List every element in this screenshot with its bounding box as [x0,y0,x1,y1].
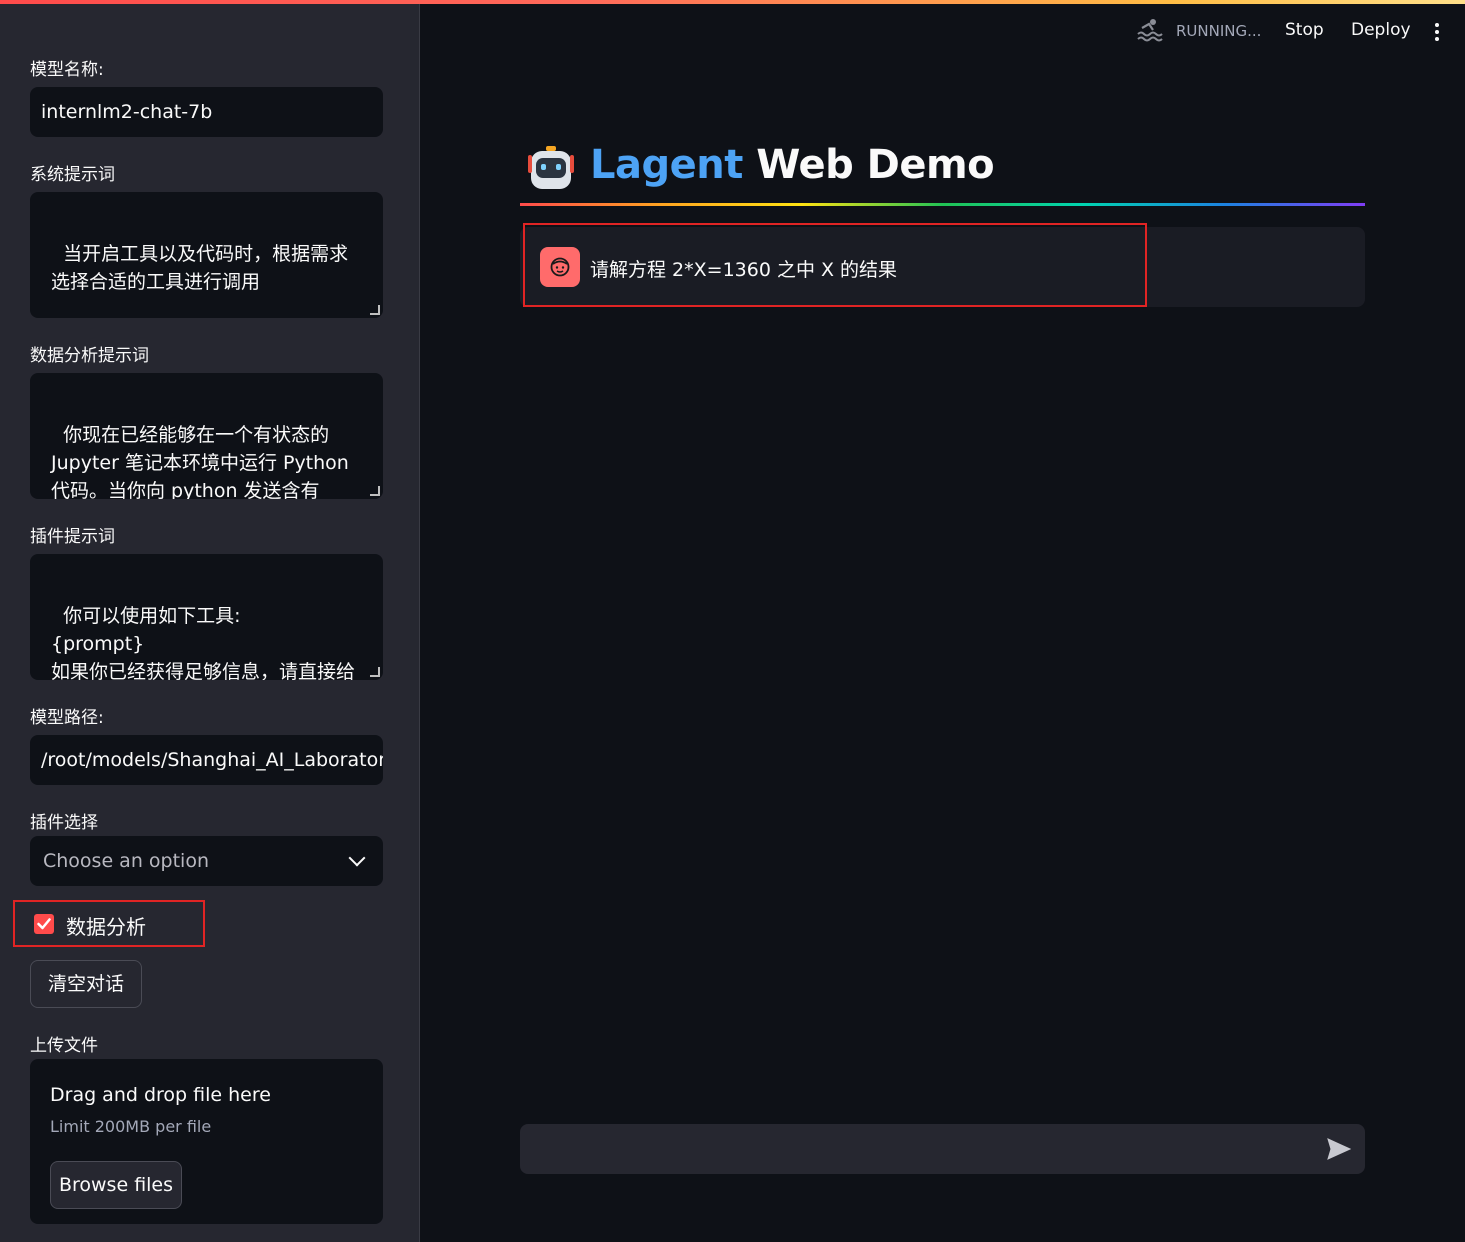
model-path-input[interactable]: /root/models/Shanghai_AI_Laboratory/ [30,735,383,785]
plugin-select-placeholder: Choose an option [43,850,209,872]
model-name-label: 模型名称: [30,60,104,80]
model-path-label: 模型路径: [30,708,104,728]
resize-handle-icon[interactable] [370,667,380,677]
clear-chat-button[interactable]: 清空对话 [30,960,142,1008]
system-prompt-label: 系统提示词 [30,165,115,185]
upload-label: 上传文件 [30,1036,98,1056]
chat-input[interactable] [520,1124,1365,1174]
system-prompt-textarea[interactable]: 当开启工具以及代码时，根据需求选择合适的工具进行调用 [30,192,383,318]
chevron-down-icon [348,849,366,867]
file-uploader-dropzone[interactable]: Drag and drop file here Limit 200MB per … [30,1059,383,1224]
resize-handle-icon[interactable] [370,486,380,496]
title-rest: Web Demo [742,142,995,188]
plugin-select-dropdown[interactable]: Choose an option [30,836,383,886]
deploy-button[interactable]: Deploy [1351,20,1411,40]
more-options-icon[interactable] [1432,22,1442,42]
running-swimmer-icon [1137,19,1163,42]
plugin-prompt-textarea[interactable]: 你可以使用如下工具: {prompt} 如果你已经获得足够信息，请直接给出答案.… [30,554,383,680]
data-analysis-prompt-text: 你现在已经能够在一个有状态的 Jupyter 笔记本环境中运行 Python 代… [51,424,349,499]
message-highlight-box [523,223,1147,307]
plugin-prompt-text: 你可以使用如下工具: {prompt} 如果你已经获得足够信息，请直接给出答案.… [51,605,356,680]
data-analysis-checkbox[interactable] [34,914,54,934]
data-analysis-checkbox-label: 数据分析 [66,915,146,939]
title-accent: Lagent [590,142,743,188]
resize-handle-icon[interactable] [370,305,380,315]
page-title: Lagent Web Demo [590,142,995,188]
robot-icon [528,146,574,189]
data-analysis-checkbox-row[interactable]: 数据分析 [13,900,205,947]
title-divider [520,203,1365,206]
plugin-select-label: 插件选择 [30,813,98,833]
stop-button[interactable]: Stop [1285,20,1324,40]
drop-text: Drag and drop file here [50,1084,271,1106]
upload-limit-text: Limit 200MB per file [50,1117,212,1136]
browse-files-button[interactable]: Browse files [50,1161,182,1209]
model-name-input[interactable]: internlm2-chat-7b [30,87,383,137]
send-icon[interactable] [1327,1138,1351,1160]
system-prompt-text: 当开启工具以及代码时，根据需求选择合适的工具进行调用 [51,243,349,293]
plugin-prompt-label: 插件提示词 [30,527,115,547]
checkmark-icon [37,918,51,930]
running-status: RUNNING... [1176,22,1262,40]
data-analysis-prompt-label: 数据分析提示词 [30,346,149,366]
data-analysis-prompt-textarea[interactable]: 你现在已经能够在一个有状态的 Jupyter 笔记本环境中运行 Python 代… [30,373,383,499]
